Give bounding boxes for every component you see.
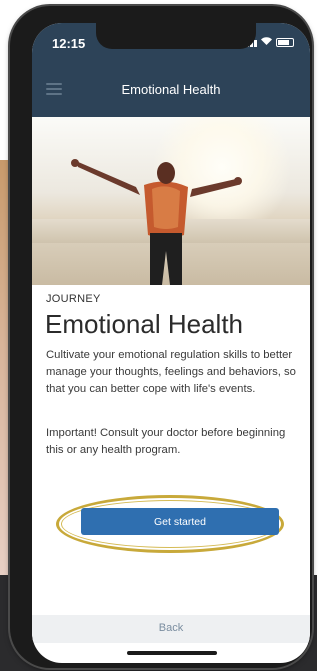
description-text: Cultivate your emotional regulation skil… — [46, 349, 296, 395]
get-started-button[interactable]: Get started — [81, 508, 279, 535]
back-button[interactable]: Back — [32, 622, 310, 634]
person-arms-outstretched-illustration — [71, 159, 242, 285]
phone-frame: 12:15 Emotional Health JOURNEY Emotional… — [10, 6, 312, 668]
journey-label: JOURNEY — [46, 293, 101, 305]
phone-screen: 12:15 Emotional Health JOURNEY Emotional… — [32, 23, 310, 663]
page-title: Emotional Health — [45, 309, 243, 339]
warning-text: Important! Consult your doctor before be… — [46, 427, 286, 456]
wifi-icon — [261, 37, 272, 48]
status-time: 12:15 — [52, 36, 86, 51]
nav-bar: Emotional Health — [32, 61, 310, 117]
phone-notch — [96, 23, 256, 49]
back-bar: Back — [32, 615, 310, 643]
home-indicator[interactable] — [127, 651, 217, 655]
battery-icon — [276, 38, 294, 47]
hero-image — [32, 117, 310, 285]
nav-title: Emotional Health — [121, 82, 221, 97]
